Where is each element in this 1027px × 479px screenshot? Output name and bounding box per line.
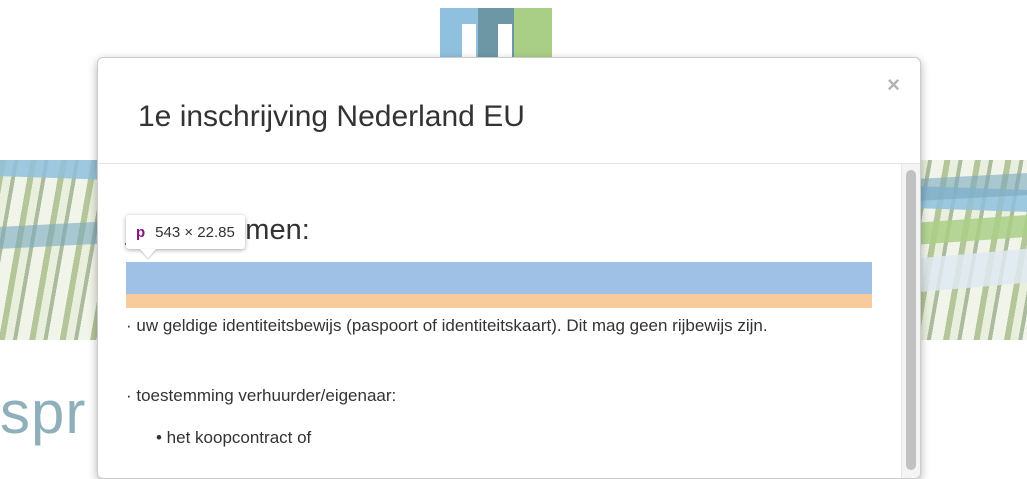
- list-item: • het koopcontract of: [156, 428, 312, 447]
- modal-body: je meenemen: · uw geldige identiteitsbew…: [98, 164, 920, 478]
- paragraph-identity: · uw geldige identiteitsbewijs (paspoort…: [126, 316, 768, 335]
- background-partial-text: spr: [0, 379, 87, 446]
- devtools-highlight-content: [126, 262, 872, 294]
- devtools-highlight-margin: [126, 294, 872, 308]
- modal-header: 1e inschrijving Nederland EU ×: [98, 58, 920, 164]
- tooltip-dimensions: 543 × 22.85: [155, 223, 235, 241]
- devtools-element-tooltip: p 543 × 22.85: [126, 215, 245, 249]
- close-icon[interactable]: ×: [887, 72, 900, 98]
- scrollbar[interactable]: [901, 164, 920, 478]
- modal-title: 1e inschrijving Nederland EU: [138, 100, 525, 133]
- tooltip-arrow: [140, 249, 156, 258]
- paragraph-permission: · toestemming verhuurder/eigenaar:: [126, 386, 397, 405]
- scrollbar-thumb[interactable]: [906, 170, 916, 470]
- modal-dialog: 1e inschrijving Nederland EU × je meenem…: [97, 57, 921, 479]
- site-logo: [440, 8, 552, 60]
- tooltip-tag: p: [136, 223, 146, 241]
